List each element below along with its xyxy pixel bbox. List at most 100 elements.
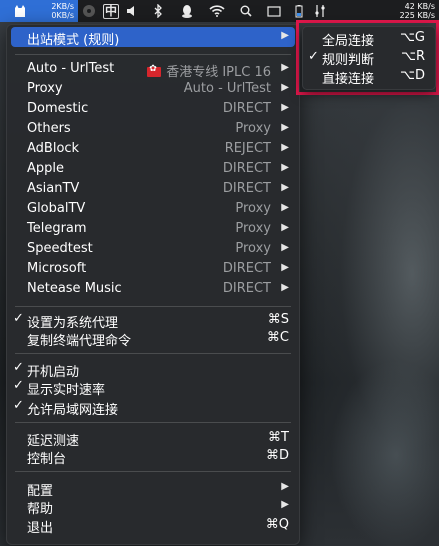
proxy-group-selection: DIRECT — [223, 161, 271, 176]
chevron-right-icon: ▶ — [281, 30, 289, 41]
chevron-right-icon: ▶ — [281, 222, 289, 233]
copy-proxy-command-label: 复制终端代理命令 — [27, 334, 132, 349]
proxy-group-selection: DIRECT — [223, 261, 271, 276]
input-method-icon[interactable]: 中 — [100, 0, 122, 22]
menu-item-proxy-group[interactable]: GlobalTV Proxy ▶ — [7, 199, 299, 219]
secondary-speed-monitor[interactable]: 42 KB/s 225 KB/s — [400, 2, 435, 20]
menu-item-quit[interactable]: 退出 ⌘Q — [7, 515, 299, 536]
menu-item-proxy-group[interactable]: Telegram Proxy ▶ — [7, 219, 299, 239]
download-speed: 0KB/s — [51, 11, 74, 20]
menu-item-help[interactable]: 帮助 ▶ — [7, 496, 299, 517]
proxy-group-selection: DIRECT — [223, 181, 271, 196]
submenu-item-global[interactable]: 全局连接 ⌥G — [303, 29, 435, 49]
shortcut-label: ⌘Q — [265, 517, 289, 532]
proxy-group-name: AsianTV — [27, 181, 80, 196]
menu-item-proxy-group[interactable]: Others Proxy ▶ — [7, 119, 299, 139]
search-icon[interactable] — [232, 0, 260, 22]
separator — [15, 353, 291, 354]
menu-item-proxy-group[interactable]: Domestic DIRECT ▶ — [7, 99, 299, 119]
proxy-group-name: Telegram — [27, 221, 87, 236]
clashx-menu: 出站模式 (规则) ▶ Auto - UrlTest香港专线 IPLC 16▶P… — [6, 24, 300, 545]
menu-bar: 2KB/s 0KB/s 中 42 KB/s 225 KB/s — [0, 0, 439, 22]
proxy-group-value: DIRECT — [222, 161, 271, 176]
proxy-group-value: Proxy — [235, 241, 271, 256]
proxy-group-selection: DIRECT — [223, 281, 271, 296]
cat-icon — [15, 5, 25, 17]
proxy-group-selection: REJECT — [225, 141, 271, 156]
volume-icon[interactable] — [122, 0, 144, 22]
chevron-right-icon: ▶ — [281, 242, 289, 253]
proxy-group-value: Auto - UrlTest — [183, 81, 271, 96]
proxy-group-selection: Auto - UrlTest — [184, 81, 271, 96]
submenu-item-label: 规则判断 — [322, 53, 375, 68]
chevron-right-icon: ▶ — [281, 102, 289, 113]
bluetooth-icon[interactable] — [144, 0, 172, 22]
proxy-group-value: 香港专线 IPLC 16 — [166, 65, 271, 80]
proxy-group-value: DIRECT — [222, 261, 271, 276]
proxy-group-value: DIRECT — [222, 101, 271, 116]
wifi-icon[interactable] — [202, 0, 232, 22]
proxy-group-value: Proxy — [235, 121, 271, 136]
dvd-icon[interactable] — [78, 0, 100, 22]
menu-item-proxy-group[interactable]: Speedtest Proxy ▶ — [7, 239, 299, 259]
proxy-group-selection: DIRECT — [223, 101, 271, 116]
submenu-item-label: 直接连接 — [322, 72, 375, 87]
menu-item-start-at-login[interactable]: ✓ 开机启动 — [7, 359, 299, 380]
proxy-group-selection: Proxy — [235, 221, 271, 236]
proxy-group-name: GlobalTV — [27, 201, 86, 216]
menu-item-config[interactable]: 配置 ▶ — [7, 478, 299, 499]
menu-item-proxy-group[interactable]: Proxy Auto - UrlTest ▶ — [7, 79, 299, 99]
separator — [15, 306, 291, 307]
menu-item-outbound-mode[interactable]: 出站模式 (规则) ▶ — [11, 27, 295, 48]
proxy-group-name: Domestic — [27, 101, 89, 116]
proxy-group-name: Speedtest — [27, 241, 93, 256]
chevron-right-icon: ▶ — [281, 162, 289, 173]
clashx-status-item[interactable] — [0, 0, 40, 22]
submenu-item-direct[interactable]: 直接连接 ⌥D — [303, 67, 435, 87]
menu-item-proxy-group[interactable]: Auto - UrlTest 香港专线 IPLC 16 ▶ — [7, 59, 299, 80]
controls-icon[interactable] — [310, 0, 330, 22]
desktop-background-glow — [330, 360, 439, 546]
submenu-item-rule[interactable]: ✓ 规则判断 ⌥R — [303, 48, 435, 68]
shortcut-label: ⌘D — [265, 448, 289, 463]
proxy-group-selection: Proxy — [235, 201, 271, 216]
menu-item-proxy-group[interactable]: AsianTV DIRECT ▶ — [7, 179, 299, 199]
shortcut-label: ⌘T — [268, 430, 289, 445]
chevron-right-icon: ▶ — [281, 499, 289, 510]
hong-kong-flag-icon — [147, 64, 162, 77]
chevron-right-icon: ▶ — [281, 142, 289, 153]
shortcut-label: ⌥R — [400, 49, 425, 64]
proxy-group-name: Auto - UrlTest — [27, 61, 115, 76]
chevron-right-icon: ▶ — [281, 82, 289, 93]
proxy-group-name: Microsoft — [27, 261, 87, 276]
menu-item-latency-test[interactable]: 延迟测速 ⌘T — [7, 428, 299, 449]
screen-icon[interactable] — [260, 0, 288, 22]
menu-item-dashboard[interactable]: 控制台 ⌘D — [7, 446, 299, 467]
checkmark-icon: ✓ — [13, 311, 24, 326]
allow-lan-label: 允许局域网连接 — [27, 403, 119, 418]
chevron-right-icon: ▶ — [281, 202, 289, 213]
chevron-right-icon: ▶ — [281, 262, 289, 273]
proxy-group-value: REJECT — [224, 141, 271, 156]
menu-item-copy-proxy-command[interactable]: 复制终端代理命令 ⌘C — [7, 328, 299, 349]
proxy-group-name: AdBlock — [27, 141, 80, 156]
menu-item-show-speed[interactable]: ✓ 显示实时速率 — [7, 377, 299, 398]
menu-item-proxy-group[interactable]: AdBlock REJECT ▶ — [7, 139, 299, 159]
chevron-right-icon: ▶ — [281, 481, 289, 492]
proxy-group-name: Netease Music — [27, 281, 122, 296]
outbound-mode-label: 出站模式 (规则) — [27, 33, 120, 48]
secondary-upload-speed: 42 KB/s — [404, 2, 435, 11]
submenu-item-label: 全局连接 — [322, 34, 375, 49]
menu-item-set-system-proxy[interactable]: ✓ 设置为系统代理 ⌘S — [7, 310, 299, 331]
battery-icon[interactable] — [288, 0, 310, 22]
checkmark-icon: ✓ — [308, 49, 319, 64]
shortcut-label: ⌥D — [400, 68, 425, 83]
menu-item-proxy-group[interactable]: Microsoft DIRECT ▶ — [7, 259, 299, 279]
input-method-label: 中 — [102, 3, 119, 19]
menu-item-allow-lan[interactable]: ✓ 允许局域网连接 — [7, 397, 299, 418]
separator — [15, 422, 291, 423]
network-speed[interactable]: 2KB/s 0KB/s — [40, 0, 78, 22]
qq-icon[interactable] — [172, 0, 202, 22]
menu-item-proxy-group[interactable]: Netease Music DIRECT ▶ — [7, 279, 299, 299]
menu-item-proxy-group[interactable]: Apple DIRECT ▶ — [7, 159, 299, 179]
